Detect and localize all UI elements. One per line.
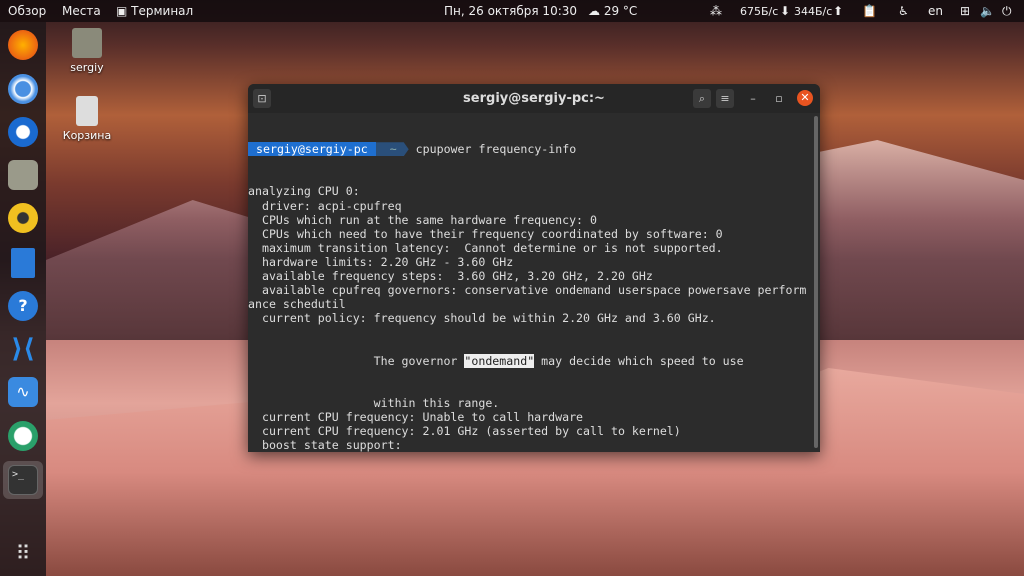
volume-icon[interactable]: 🔈	[980, 4, 995, 18]
maximize-button[interactable]: ▫	[770, 89, 788, 108]
help-icon[interactable]: ?	[8, 291, 38, 321]
scrollbar[interactable]	[814, 116, 818, 448]
close-button[interactable]: ✕	[797, 90, 813, 106]
weather[interactable]: ☁ 29 °C	[588, 4, 637, 18]
search-icon[interactable]: ⌕	[693, 89, 711, 108]
output-line: driver: acpi-cpufreq	[248, 198, 402, 213]
terminal-window: ⊡ sergiy@sergiy-pc:~ ⌕ ≡ – ▫ ✕ sergiy@se…	[248, 84, 820, 452]
show-apps-icon[interactable]: ⠿	[8, 538, 38, 568]
weather-icon: ☁	[588, 4, 604, 18]
output-line: available frequency steps: 3.60 GHz, 3.2…	[248, 269, 653, 284]
system-monitor-icon[interactable]: ∿	[8, 377, 38, 407]
output-text: may decide which speed to use	[534, 353, 744, 368]
dock: ? ⟩⟨ ∿ >_ ⠿	[0, 22, 46, 576]
accessibility-icon[interactable]: ♿	[898, 4, 909, 18]
keyboard-layout[interactable]: en	[928, 4, 943, 18]
clock[interactable]: Пн, 26 октября 10:30	[444, 4, 577, 18]
prompt-line: sergiy@sergiy-pc ~ cpupower frequency-inf…	[248, 142, 812, 157]
app-menu[interactable]: ▣ Терминал	[116, 4, 193, 18]
terminal-small-icon: ▣	[116, 4, 132, 18]
output-line: CPUs which need to have their frequency …	[248, 226, 723, 241]
firefox-icon[interactable]	[8, 30, 38, 60]
terminal-output[interactable]: sergiy@sergiy-pc ~ cpupower frequency-inf…	[248, 113, 812, 452]
arrow-down-icon: ⬇	[780, 4, 791, 18]
app-center-icon[interactable]	[8, 421, 38, 451]
clipboard-icon[interactable]: 📋	[862, 4, 877, 18]
highlighted-text: "ondemand"	[464, 353, 535, 368]
thunderbird-icon[interactable]	[8, 117, 38, 147]
window-title: sergiy@sergiy-pc:~	[463, 91, 605, 106]
places-menu[interactable]: Места	[62, 4, 101, 18]
menu-icon[interactable]: ≡	[716, 89, 734, 108]
desktop-item-label: Корзина	[62, 129, 112, 142]
net-up: 344Б/с	[794, 4, 833, 18]
prompt-user: sergiy@sergiy-pc	[248, 142, 376, 157]
desktop-item-label: sergiy	[70, 61, 104, 74]
output-line: current policy: frequency should be with…	[248, 311, 716, 326]
output-line: The governor "ondemand" may decide which…	[248, 353, 812, 368]
output-line: analyzing CPU 0:	[248, 184, 360, 199]
activities-button[interactable]: Обзор	[8, 4, 46, 18]
files-icon[interactable]	[8, 160, 38, 190]
output-line: maximum transition latency: Cannot deter…	[248, 240, 723, 255]
folder-home-icon	[72, 28, 102, 58]
vscode-icon[interactable]: ⟩⟨	[8, 334, 38, 364]
prompt-dir: ~	[375, 142, 409, 157]
output-line: CPUs which run at the same hardware freq…	[248, 212, 598, 227]
rhythmbox-icon[interactable]	[8, 203, 38, 233]
arrow-up-icon: ⬆	[833, 4, 844, 18]
minimize-button[interactable]: –	[744, 89, 762, 108]
terminal-icon[interactable]: >_	[8, 465, 38, 495]
chromium-icon[interactable]	[8, 74, 38, 104]
output-line: within this range.	[248, 395, 500, 410]
output-line: ance schedutil	[248, 297, 346, 312]
terminal-titlebar[interactable]: ⊡ sergiy@sergiy-pc:~ ⌕ ≡ – ▫ ✕	[248, 84, 820, 113]
output-line: current CPU frequency: Unable to call ha…	[248, 409, 584, 424]
command-text: cpupower frequency-info	[415, 142, 577, 157]
output-text: The governor	[248, 353, 465, 368]
power-icon[interactable]: ⏻	[1002, 4, 1012, 19]
desktop-home-folder[interactable]: sergiy	[52, 28, 122, 74]
net-down: 675Б/с	[740, 4, 779, 18]
output-line: hardware limits: 2.20 GHz - 3.60 GHz	[248, 254, 514, 269]
writer-icon[interactable]	[11, 248, 35, 278]
top-bar: Обзор Места ▣ Терминал Пн, 26 октября 10…	[0, 0, 1024, 22]
extensions-icon[interactable]: ⁂	[710, 4, 722, 18]
output-line: current CPU frequency: 2.01 GHz (asserte…	[248, 424, 681, 439]
output-line: available cpufreq governors: conservativ…	[248, 283, 807, 298]
trash-icon	[76, 96, 98, 126]
network-icon[interactable]: ⊞	[960, 4, 970, 18]
output-line: boost state support:	[248, 438, 402, 452]
desktop-trash[interactable]: Корзина	[52, 96, 122, 142]
